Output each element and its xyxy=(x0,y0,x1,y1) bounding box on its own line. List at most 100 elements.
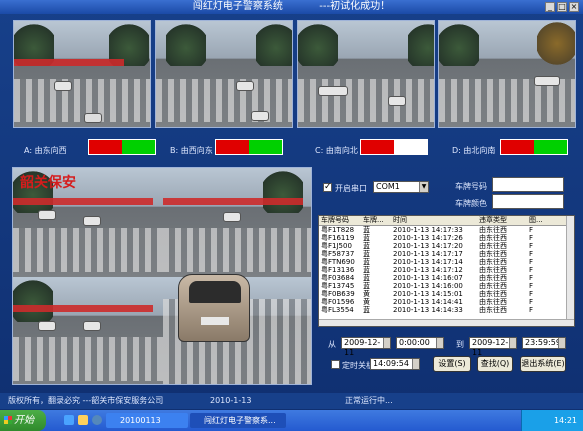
plate-color-field[interactable] xyxy=(492,194,564,209)
table-cell: F xyxy=(529,250,534,258)
table-cell: 由东往西 xyxy=(479,266,507,274)
table-vertical-scrollbar[interactable] xyxy=(566,216,574,326)
from-time-value: 0:00:00 xyxy=(399,338,430,347)
from-time-picker[interactable]: 0:00:00 xyxy=(396,337,444,349)
table-cell: F xyxy=(529,290,534,298)
spinner-icon xyxy=(412,359,419,369)
table-row[interactable]: 粤F16119 蓝 2010-1-13 14:17:26 由东往西 F xyxy=(319,234,574,242)
table-cell: 蓝 xyxy=(363,234,370,242)
to-date-picker[interactable]: 2009-12-11 xyxy=(469,337,517,357)
copyright-text: 版权所有，翻录必究 ---韶关市保安服务公司 xyxy=(8,396,164,405)
search-button[interactable]: 查找(Q) xyxy=(477,356,513,372)
task-label: 20100113 xyxy=(120,416,161,425)
table-cell: 由东往西 xyxy=(479,290,507,298)
capture-video xyxy=(12,167,312,385)
folder-icon[interactable] xyxy=(78,415,88,425)
spinner-icon xyxy=(558,338,565,348)
direction-d-light xyxy=(500,139,568,155)
timed-shutdown-checkbox[interactable] xyxy=(331,360,340,369)
serial-port-checkbox[interactable] xyxy=(323,182,332,192)
table-row[interactable]: 粤F13136 蓝 2010-1-13 14:17:12 由东往西 F xyxy=(319,266,574,274)
table-cell: F xyxy=(529,234,534,242)
maximize-icon[interactable]: □ xyxy=(557,2,567,12)
camera-feed-south-north xyxy=(297,20,435,128)
status-bar: 版权所有，翻录必究 ---韶关市保安服务公司 2010-1-13 正常运行中..… xyxy=(0,393,583,409)
system-tray: 14:21 xyxy=(521,410,583,431)
start-button[interactable]: 开始 xyxy=(0,410,46,431)
table-cell: 2010-1-13 14:17:14 xyxy=(393,258,463,266)
table-row[interactable]: 粤F1J500 蓝 2010-1-13 14:17:20 由东往西 F xyxy=(319,242,574,250)
table-cell: 蓝 xyxy=(363,274,370,282)
chevron-down-icon xyxy=(383,338,390,348)
exit-button[interactable]: 退出系统(E) xyxy=(520,356,566,372)
table-row[interactable]: 粤F58737 蓝 2010-1-13 14:17:17 由东往西 F xyxy=(319,250,574,258)
column-header[interactable]: 车牌号码 xyxy=(319,216,361,225)
table-horizontal-scrollbar[interactable] xyxy=(319,319,574,326)
table-cell: 蓝 xyxy=(363,258,370,266)
table-cell: F xyxy=(529,274,534,282)
green-light-indicator xyxy=(122,140,155,154)
table-cell: 蓝 xyxy=(363,242,370,250)
desktop-icon[interactable] xyxy=(64,415,74,425)
column-header[interactable]: 时间 xyxy=(391,216,477,225)
table-cell: 由东往西 xyxy=(479,258,507,266)
task-label: 闯红灯电子警察系... xyxy=(204,416,276,425)
table-header: 车牌号码 车牌... 时间 违章类型 图... xyxy=(319,216,574,226)
table-cell: 黄 xyxy=(363,290,370,298)
to-date-value: 2009-12-11 xyxy=(472,338,509,357)
from-date-picker[interactable]: 2009-12-11 xyxy=(341,337,391,357)
to-label: 到 xyxy=(456,340,464,349)
table-cell: 粤F0B639 xyxy=(321,290,355,298)
table-cell: 粤F01596 xyxy=(321,298,355,306)
table-cell: 蓝 xyxy=(363,250,370,258)
table-row[interactable]: 粤F03684 蓝 2010-1-13 14:16:07 由东往西 F xyxy=(319,274,574,282)
camera-feed-north-south xyxy=(438,20,576,128)
table-row[interactable]: 粤F01596 黄 2010-1-13 14:14:41 由东往西 F xyxy=(319,298,574,306)
table-cell: 粤F1T828 xyxy=(321,226,355,234)
taskbar: 开始 20100113 闯红灯电子警察系... 14:21 xyxy=(0,410,583,431)
table-cell: F xyxy=(529,226,534,234)
table-row[interactable]: 粤F1T828 蓝 2010-1-13 14:17:33 由东往西 F xyxy=(319,226,574,234)
column-header[interactable]: 图... xyxy=(527,216,565,225)
table-cell: 2010-1-13 14:17:17 xyxy=(393,250,463,258)
title-bar[interactable]: 闯红灯电子警察系统 ---初试化成功！ _ □ × xyxy=(0,0,583,14)
taskbar-item-folder[interactable]: 20100113 xyxy=(106,413,188,428)
browser-icon[interactable] xyxy=(92,415,102,425)
status-running: 正常运行中... xyxy=(345,396,393,405)
table-cell: 蓝 xyxy=(363,226,370,234)
table-row[interactable]: 粤F13745 蓝 2010-1-13 14:16:00 由东往西 F xyxy=(319,282,574,290)
close-icon[interactable]: × xyxy=(569,2,579,12)
shutdown-time-field[interactable]: 14:09:54 xyxy=(370,358,420,370)
table-cell: 粤F13745 xyxy=(321,282,355,290)
settings-button[interactable]: 设置(S) xyxy=(433,356,471,372)
chevron-down-icon xyxy=(509,338,516,348)
from-date-value: 2009-12-11 xyxy=(344,338,381,357)
column-header[interactable]: 车牌... xyxy=(361,216,391,225)
minimize-icon[interactable]: _ xyxy=(545,2,555,12)
plate-number-field[interactable] xyxy=(492,177,564,192)
table-cell: F xyxy=(529,266,534,274)
table-row[interactable]: 粤FL3554 蓝 2010-1-13 14:14:33 由东往西 F xyxy=(319,306,574,314)
table-row[interactable]: 粤F0B639 黄 2010-1-13 14:15:01 由东往西 F xyxy=(319,290,574,298)
table-row[interactable]: 粤FTN690 蓝 2010-1-13 14:17:14 由东往西 F xyxy=(319,258,574,266)
plate-number-label: 车牌号码 xyxy=(455,182,487,191)
table-cell: F xyxy=(529,258,534,266)
table-cell: 由东往西 xyxy=(479,306,507,314)
to-time-picker[interactable]: 23:59:59 xyxy=(522,337,566,349)
direction-b-light xyxy=(215,139,283,155)
app-window: 闯红灯电子警察系统 ---初试化成功！ _ □ × A: 由东向西 B: 由西向… xyxy=(0,0,583,431)
camera-feed-west-east xyxy=(155,20,293,128)
table-cell: 2010-1-13 14:14:33 xyxy=(393,306,463,314)
red-light-indicator xyxy=(361,140,394,154)
table-cell: 粤FL3554 xyxy=(321,306,354,314)
table-cell: 粤FTN690 xyxy=(321,258,355,266)
table-cell: 2010-1-13 14:16:00 xyxy=(393,282,463,290)
serial-port-select[interactable]: COM1 ▼ xyxy=(373,181,429,193)
window-title: 闯红灯电子警察系统 xyxy=(192,1,283,12)
taskbar-item-app[interactable]: 闯红灯电子警察系... xyxy=(190,413,286,428)
column-header[interactable]: 违章类型 xyxy=(477,216,527,225)
direction-a-label: A: 由东向西 xyxy=(24,146,67,155)
table-cell: 由东往西 xyxy=(479,274,507,282)
violation-table[interactable]: 车牌号码 车牌... 时间 违章类型 图... 粤F1T828 蓝 2010-1-1… xyxy=(318,215,575,327)
table-cell: 由东往西 xyxy=(479,234,507,242)
